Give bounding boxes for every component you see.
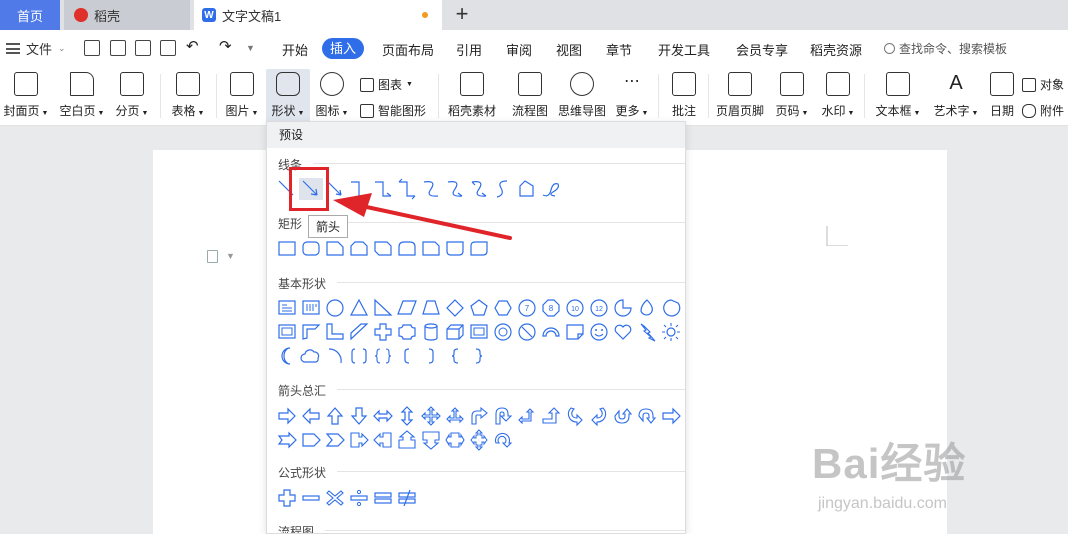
baidu-jingyan-watermark: Bai经验 jingyan.baidu.com — [812, 430, 966, 513]
watermark-url: jingyan.baidu.com — [818, 495, 947, 512]
watermark-brand: Bai经验 — [812, 440, 967, 487]
